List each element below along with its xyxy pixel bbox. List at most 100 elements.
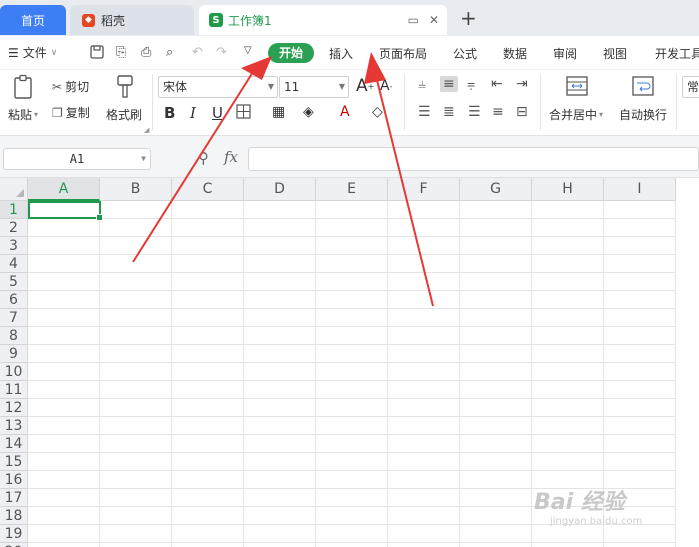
cell-i20[interactable] bbox=[604, 543, 676, 547]
column-header-c[interactable]: C bbox=[172, 178, 244, 201]
cell-d4[interactable] bbox=[244, 255, 316, 273]
align-right-icon[interactable]: ☰ bbox=[468, 104, 481, 120]
cell-h4[interactable] bbox=[532, 255, 604, 273]
cell-g3[interactable] bbox=[460, 237, 532, 255]
cell-d20[interactable] bbox=[244, 543, 316, 547]
cell-e1[interactable] bbox=[316, 201, 388, 219]
row-header-2[interactable]: 2 bbox=[0, 219, 28, 237]
tab-developer[interactable]: 开发工具 bbox=[655, 45, 699, 62]
cell-c6[interactable] bbox=[172, 291, 244, 309]
cell-f6[interactable] bbox=[388, 291, 460, 309]
cell-g10[interactable] bbox=[460, 363, 532, 381]
name-box[interactable]: A1 ▼ bbox=[3, 148, 151, 170]
cell-e12[interactable] bbox=[316, 399, 388, 417]
cell-d9[interactable] bbox=[244, 345, 316, 363]
cell-a17[interactable] bbox=[28, 489, 100, 507]
cell-h7[interactable] bbox=[532, 309, 604, 327]
cell-i14[interactable] bbox=[604, 435, 676, 453]
italic-icon[interactable]: I bbox=[190, 104, 196, 122]
cell-c12[interactable] bbox=[172, 399, 244, 417]
fill-effect-icon[interactable]: ▦ bbox=[272, 104, 285, 120]
cell-a11[interactable] bbox=[28, 381, 100, 399]
cell-a19[interactable] bbox=[28, 525, 100, 543]
cell-d6[interactable] bbox=[244, 291, 316, 309]
column-header-b[interactable]: B bbox=[100, 178, 172, 201]
cell-b3[interactable] bbox=[100, 237, 172, 255]
cell-d17[interactable] bbox=[244, 489, 316, 507]
cell-d1[interactable] bbox=[244, 201, 316, 219]
cell-c4[interactable] bbox=[172, 255, 244, 273]
cell-e14[interactable] bbox=[316, 435, 388, 453]
cell-i4[interactable] bbox=[604, 255, 676, 273]
cell-g4[interactable] bbox=[460, 255, 532, 273]
cell-e16[interactable] bbox=[316, 471, 388, 489]
underline-icon[interactable]: U bbox=[212, 104, 223, 122]
cell-d16[interactable] bbox=[244, 471, 316, 489]
cell-b20[interactable] bbox=[100, 543, 172, 547]
cell-d14[interactable] bbox=[244, 435, 316, 453]
cell-e4[interactable] bbox=[316, 255, 388, 273]
quick-access-dropdown-icon[interactable]: ▽ bbox=[244, 45, 252, 56]
distributed-align-icon[interactable]: ⊟ bbox=[516, 104, 528, 120]
format-painter-button[interactable]: 格式刷 bbox=[106, 106, 142, 123]
tab-workbook[interactable]: S 工作簿1 ▭ ✕ bbox=[199, 5, 447, 35]
column-header-a[interactable]: A bbox=[28, 178, 100, 201]
cell-h5[interactable] bbox=[532, 273, 604, 291]
cell-c3[interactable] bbox=[172, 237, 244, 255]
row-header-16[interactable]: 16 bbox=[0, 471, 28, 489]
cell-i7[interactable] bbox=[604, 309, 676, 327]
cell-a3[interactable] bbox=[28, 237, 100, 255]
row-header-15[interactable]: 15 bbox=[0, 453, 28, 471]
cell-g9[interactable] bbox=[460, 345, 532, 363]
row-header-7[interactable]: 7 bbox=[0, 309, 28, 327]
cell-c13[interactable] bbox=[172, 417, 244, 435]
cell-c17[interactable] bbox=[172, 489, 244, 507]
cell-e5[interactable] bbox=[316, 273, 388, 291]
cell-h2[interactable] bbox=[532, 219, 604, 237]
cell-i8[interactable] bbox=[604, 327, 676, 345]
cell-a5[interactable] bbox=[28, 273, 100, 291]
cell-b1[interactable] bbox=[100, 201, 172, 219]
cell-g7[interactable] bbox=[460, 309, 532, 327]
cell-c10[interactable] bbox=[172, 363, 244, 381]
cell-e13[interactable] bbox=[316, 417, 388, 435]
cell-i11[interactable] bbox=[604, 381, 676, 399]
cell-i9[interactable] bbox=[604, 345, 676, 363]
row-header-6[interactable]: 6 bbox=[0, 291, 28, 309]
cell-d2[interactable] bbox=[244, 219, 316, 237]
cell-i1[interactable] bbox=[604, 201, 676, 219]
tab-formulas[interactable]: 公式 bbox=[453, 45, 477, 62]
cell-c18[interactable] bbox=[172, 507, 244, 525]
cell-i19[interactable] bbox=[604, 525, 676, 543]
wrap-text-button[interactable]: 自动换行 bbox=[619, 106, 667, 123]
undo-icon[interactable]: ↶ bbox=[192, 45, 203, 60]
tab-view[interactable]: 视图 bbox=[603, 45, 627, 62]
column-header-e[interactable]: E bbox=[316, 178, 388, 201]
cell-h14[interactable] bbox=[532, 435, 604, 453]
cell-h1[interactable] bbox=[532, 201, 604, 219]
clipboard-launcher-icon[interactable]: ◢ bbox=[144, 126, 149, 134]
tab-docer[interactable]: ◆ 稻壳 bbox=[70, 5, 194, 35]
row-header-20[interactable]: 20 bbox=[0, 543, 28, 547]
number-format-select[interactable]: 常 bbox=[682, 76, 699, 98]
cell-b4[interactable] bbox=[100, 255, 172, 273]
column-header-d[interactable]: D bbox=[244, 178, 316, 201]
insert-function-icon[interactable]: fx bbox=[224, 148, 238, 166]
cell-d12[interactable] bbox=[244, 399, 316, 417]
cell-i12[interactable] bbox=[604, 399, 676, 417]
cell-c9[interactable] bbox=[172, 345, 244, 363]
cell-f16[interactable] bbox=[388, 471, 460, 489]
cell-a9[interactable] bbox=[28, 345, 100, 363]
row-header-4[interactable]: 4 bbox=[0, 255, 28, 273]
cell-b15[interactable] bbox=[100, 453, 172, 471]
copy-button[interactable]: ❐ 复制 bbox=[52, 104, 90, 121]
row-header-12[interactable]: 12 bbox=[0, 399, 28, 417]
cell-f15[interactable] bbox=[388, 453, 460, 471]
tab-page-layout[interactable]: 页面布局 bbox=[379, 45, 427, 62]
cell-e6[interactable] bbox=[316, 291, 388, 309]
cell-h12[interactable] bbox=[532, 399, 604, 417]
cell-i10[interactable] bbox=[604, 363, 676, 381]
justify-icon[interactable]: ≡ bbox=[492, 104, 504, 120]
cell-g13[interactable] bbox=[460, 417, 532, 435]
bold-icon[interactable]: B bbox=[164, 104, 175, 122]
